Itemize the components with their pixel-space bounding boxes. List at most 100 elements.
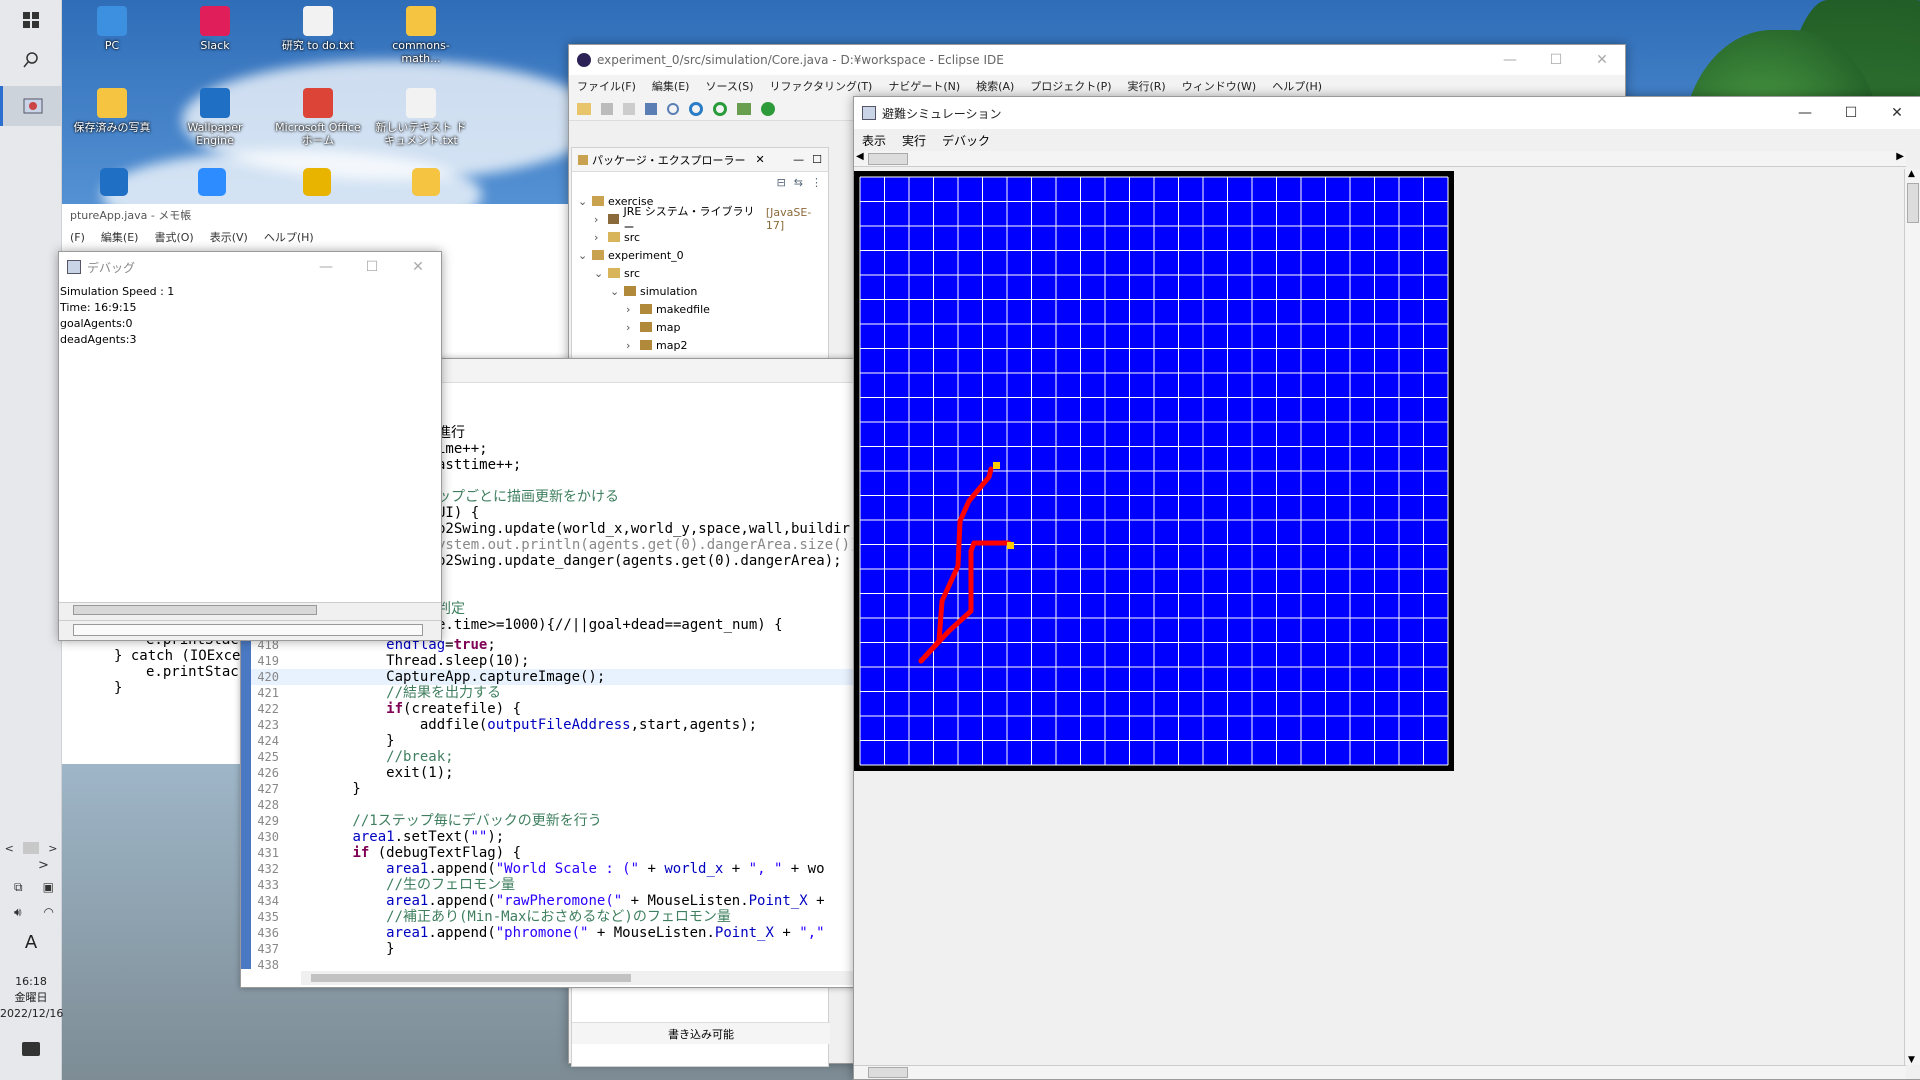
menu-item[interactable]: 書式(O) bbox=[146, 229, 201, 245]
java-app-taskbar-icon[interactable] bbox=[0, 86, 62, 126]
debug-hscroll[interactable] bbox=[59, 602, 441, 616]
chevron-down-icon[interactable]: ⌄ bbox=[578, 249, 588, 262]
debug-textarea[interactable]: Simulation Speed : 1 Time: 16:9:15 goalAge… bbox=[59, 282, 441, 602]
windows-start-icon[interactable] bbox=[0, 0, 62, 40]
menu-item[interactable]: 編集(E) bbox=[93, 229, 147, 245]
chevron-right-icon[interactable]: › bbox=[594, 231, 604, 244]
close-button[interactable]: ✕ bbox=[395, 252, 441, 282]
tree-item[interactable]: ⌄ experiment_0 bbox=[572, 246, 828, 264]
minimize-button[interactable]: — bbox=[303, 252, 349, 282]
desktop-icon[interactable]: Microsoft Office ホーム bbox=[270, 88, 366, 147]
tree-item-label: src bbox=[624, 230, 641, 244]
menu-item[interactable]: デバック bbox=[934, 132, 998, 149]
clock-weekday: 金曜日 bbox=[14, 991, 48, 1004]
menu-item[interactable]: 表示(V) bbox=[202, 229, 256, 245]
menu-item[interactable]: ヘルプ(H) bbox=[256, 229, 322, 245]
taskbar-scroll-arrows[interactable]: < > bbox=[0, 838, 62, 858]
desktop-icon[interactable]: 研究 to do.txt bbox=[270, 6, 366, 52]
tree-item[interactable]: › JRE システム・ライブラリー [JavaSE-17] bbox=[572, 205, 828, 234]
view-menu-icon[interactable]: ⋮ bbox=[811, 176, 822, 189]
maximize-button[interactable]: ☐ bbox=[349, 252, 395, 282]
simulation-map[interactable] bbox=[854, 171, 1454, 771]
terminal-icon[interactable] bbox=[645, 102, 657, 115]
close-button[interactable]: ✕ bbox=[1579, 45, 1625, 75]
menu-item[interactable]: 実行 bbox=[894, 132, 934, 149]
chrome-icon bbox=[303, 88, 333, 118]
tray-icons-row-1[interactable]: ⧉ ▣ bbox=[14, 880, 54, 900]
project-icon bbox=[592, 196, 604, 206]
link-editor-icon[interactable]: ⇆ bbox=[794, 176, 803, 189]
network-icon[interactable]: ⧉ bbox=[14, 880, 23, 900]
collapse-all-icon[interactable]: ⊟ bbox=[777, 176, 786, 189]
clock[interactable]: 16:18 金曜日 2022/12/16 bbox=[0, 974, 63, 1022]
desktop-icon[interactable]: 新しいテキスト ドキュメント.txt bbox=[373, 88, 469, 147]
minimize-button[interactable]: — bbox=[1782, 98, 1828, 128]
search-icon[interactable] bbox=[0, 40, 62, 80]
tree-item[interactable]: ⌄ simulation bbox=[572, 282, 828, 300]
menu-item[interactable]: (F) bbox=[62, 231, 93, 244]
tree-item-label: makedfile bbox=[656, 302, 710, 316]
simulation-top-hscroll[interactable]: ◀ ▶ bbox=[854, 151, 1906, 167]
maximize-view-icon[interactable]: ☐ bbox=[812, 153, 822, 166]
menu-item[interactable]: 表示 bbox=[854, 132, 894, 149]
simulation-bottom-hscroll[interactable] bbox=[854, 1065, 1906, 1079]
menu-item[interactable]: 編集(E) bbox=[644, 78, 698, 94]
desktop-icon[interactable]: commons-math... bbox=[373, 6, 469, 65]
save-icon[interactable] bbox=[601, 102, 613, 115]
obs-icon[interactable] bbox=[303, 168, 331, 196]
search-toolbar-icon[interactable] bbox=[667, 102, 679, 115]
tray-icons-row-2[interactable]: 🔊︎ ◠ bbox=[14, 905, 54, 925]
maximize-button[interactable]: ☐ bbox=[1533, 45, 1579, 75]
chevron-right-icon[interactable]: › bbox=[626, 321, 636, 334]
folder-icon[interactable] bbox=[412, 168, 440, 196]
chevron-right-icon[interactable]: › bbox=[594, 213, 604, 226]
vscode-icon[interactable] bbox=[100, 168, 128, 196]
menu-item[interactable]: 実行(R) bbox=[1120, 78, 1174, 94]
chevron-down-icon[interactable]: ⌄ bbox=[610, 285, 620, 298]
desktop-icon[interactable]: 保存済みの写真 bbox=[64, 88, 160, 134]
package-explorer-tab[interactable]: パッケージ・エクスプローラー bbox=[592, 152, 745, 168]
menu-item[interactable]: ウィンドウ(W) bbox=[1174, 78, 1264, 94]
ime-indicator[interactable]: A bbox=[0, 932, 62, 953]
simulation-vscroll[interactable]: ▲ ▼ bbox=[1904, 169, 1920, 1065]
menu-item[interactable]: ソース(S) bbox=[697, 78, 761, 94]
code-line: ystem.out.println(agents.get(0).dangerAr… bbox=[437, 537, 857, 553]
zoom-icon[interactable] bbox=[198, 168, 226, 196]
desktop-icon[interactable]: PC bbox=[64, 6, 160, 52]
desktop-icon[interactable]: Wallpaper Engine bbox=[167, 88, 263, 147]
editor-hscroll[interactable] bbox=[301, 971, 857, 985]
code-line: 430 area1.setText(""); bbox=[251, 829, 857, 845]
tree-item[interactable]: › makedfile bbox=[572, 300, 828, 318]
run-icon[interactable] bbox=[761, 101, 775, 116]
close-tab-icon[interactable]: ✕ bbox=[755, 153, 764, 166]
tree-item[interactable]: › map2 bbox=[572, 336, 828, 354]
notification-icon[interactable] bbox=[22, 1042, 40, 1056]
minimize-view-icon[interactable]: — bbox=[793, 153, 804, 166]
menu-item[interactable]: 検索(A) bbox=[968, 78, 1022, 94]
settings-icon[interactable] bbox=[689, 101, 703, 116]
chevron-right-icon[interactable]: › bbox=[626, 303, 636, 316]
menu-item[interactable]: リファクタリング(T) bbox=[761, 78, 880, 94]
new-icon[interactable] bbox=[577, 102, 591, 115]
menu-item[interactable]: ファイル(F) bbox=[569, 78, 644, 94]
chevron-right-icon[interactable]: > bbox=[38, 858, 49, 873]
minimize-button[interactable]: — bbox=[1487, 45, 1533, 75]
speaker-icon[interactable]: 🔊︎ bbox=[14, 905, 22, 925]
wifi-icon[interactable]: ◠ bbox=[44, 905, 54, 925]
close-button[interactable]: ✕ bbox=[1874, 98, 1920, 128]
maximize-button[interactable]: ☐ bbox=[1828, 98, 1874, 128]
coverage-icon[interactable] bbox=[713, 101, 727, 116]
tree-item[interactable]: › map bbox=[572, 318, 828, 336]
chevron-down-icon[interactable]: ⌄ bbox=[594, 267, 604, 280]
display-icon[interactable]: ▣ bbox=[43, 880, 54, 900]
debug-icon[interactable] bbox=[737, 102, 751, 115]
chevron-down-icon[interactable]: ⌄ bbox=[578, 195, 588, 208]
menu-item[interactable]: ヘルプ(H) bbox=[1264, 78, 1330, 94]
desktop-icon[interactable]: Slack bbox=[167, 6, 263, 52]
debug-outer-hscroll[interactable] bbox=[59, 620, 441, 638]
save-all-icon[interactable] bbox=[623, 102, 635, 115]
tree-item[interactable]: ⌄ src bbox=[572, 264, 828, 282]
chevron-right-icon[interactable]: › bbox=[626, 339, 636, 352]
menu-item[interactable]: ナビゲート(N) bbox=[880, 78, 968, 94]
menu-item[interactable]: プロジェクト(P) bbox=[1022, 78, 1119, 94]
